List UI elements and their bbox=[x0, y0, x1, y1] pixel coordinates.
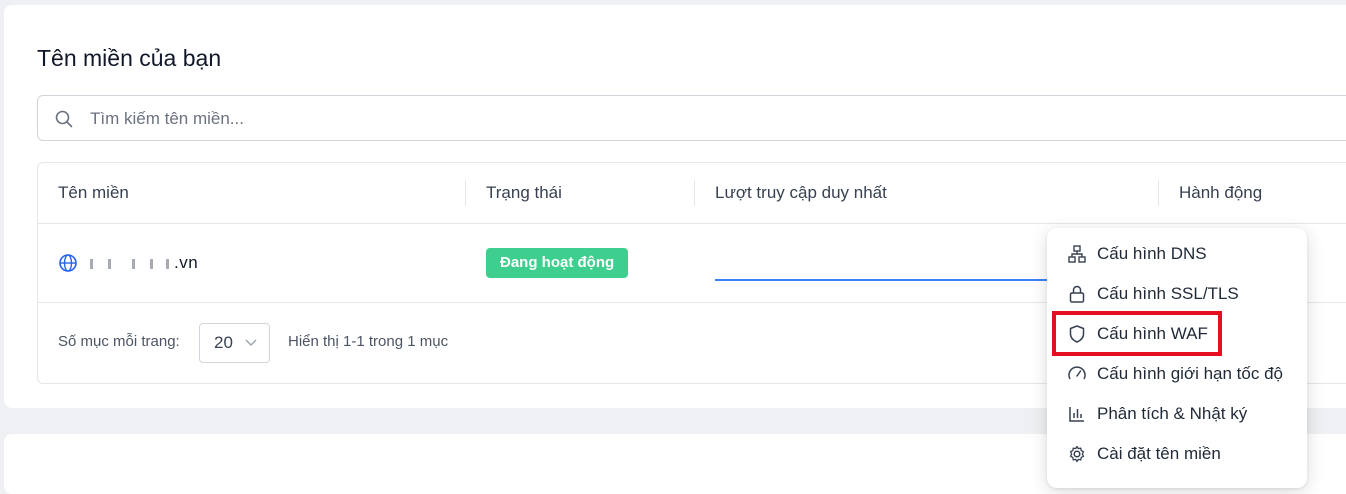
gauge-icon bbox=[1068, 366, 1086, 380]
menu-item-dns[interactable]: Cấu hình DNS bbox=[1047, 234, 1307, 274]
search-icon bbox=[55, 110, 73, 128]
column-header-domain[interactable]: Tên miền bbox=[58, 163, 129, 223]
header-divider bbox=[38, 223, 1346, 224]
highlight-annotation bbox=[1052, 311, 1222, 356]
column-divider bbox=[1158, 180, 1159, 206]
partial-icon bbox=[38, 466, 46, 474]
gear-icon bbox=[1069, 445, 1085, 463]
status-badge: Đang hoạt động bbox=[486, 248, 629, 278]
page-title: Tên miền của bạn bbox=[37, 45, 222, 71]
globe-icon bbox=[59, 254, 77, 272]
menu-item-domain-settings[interactable]: Cài đặt tên miền bbox=[1047, 434, 1307, 474]
menu-item-label: Phân tích & Nhật ký bbox=[1097, 404, 1248, 423]
unique-visits-sparkline bbox=[715, 279, 1055, 281]
domain-suffix: .vn bbox=[174, 253, 199, 272]
search-box[interactable] bbox=[37, 95, 1346, 142]
column-header-actions: Hành động bbox=[1179, 183, 1263, 202]
bar-chart-icon bbox=[1069, 407, 1084, 422]
page-size-select[interactable]: 20 bbox=[199, 323, 270, 363]
domain-cell[interactable]: .vn bbox=[58, 253, 198, 273]
menu-item-analytics-logs[interactable]: Phân tích & Nhật ký bbox=[1047, 394, 1307, 434]
pagination-info: Hiển thị 1-1 trong 1 mục bbox=[288, 333, 449, 350]
menu-item-label: Cấu hình DNS bbox=[1097, 244, 1207, 263]
menu-item-label: Cấu hình SSL/TLS bbox=[1097, 284, 1239, 303]
redacted-domain bbox=[88, 257, 174, 271]
column-header-unique-visits[interactable]: Lượt truy cập duy nhất bbox=[715, 163, 887, 223]
column-divider bbox=[465, 180, 466, 206]
menu-item-ssl-tls[interactable]: Cấu hình SSL/TLS bbox=[1047, 274, 1307, 314]
action-menu: Cấu hình DNS Cấu hình SSL/TLS Cấu hình W… bbox=[1047, 228, 1307, 488]
chevron-down-icon bbox=[245, 339, 257, 346]
domain-name[interactable]: .vn bbox=[88, 253, 198, 273]
search-input[interactable] bbox=[88, 96, 992, 142]
menu-item-rate-limit[interactable]: Cấu hình giới hạn tốc độ bbox=[1047, 354, 1307, 394]
menu-item-label: Cài đặt tên miền bbox=[1097, 444, 1221, 463]
page-size-value: 20 bbox=[214, 333, 233, 352]
column-divider bbox=[694, 180, 695, 206]
column-header-status[interactable]: Trạng thái bbox=[486, 163, 562, 223]
network-icon bbox=[1068, 245, 1086, 263]
lock-icon bbox=[1069, 285, 1085, 303]
menu-item-label: Cấu hình giới hạn tốc độ bbox=[1097, 364, 1283, 383]
per-page-label: Số mục mỗi trang: bbox=[58, 333, 180, 350]
